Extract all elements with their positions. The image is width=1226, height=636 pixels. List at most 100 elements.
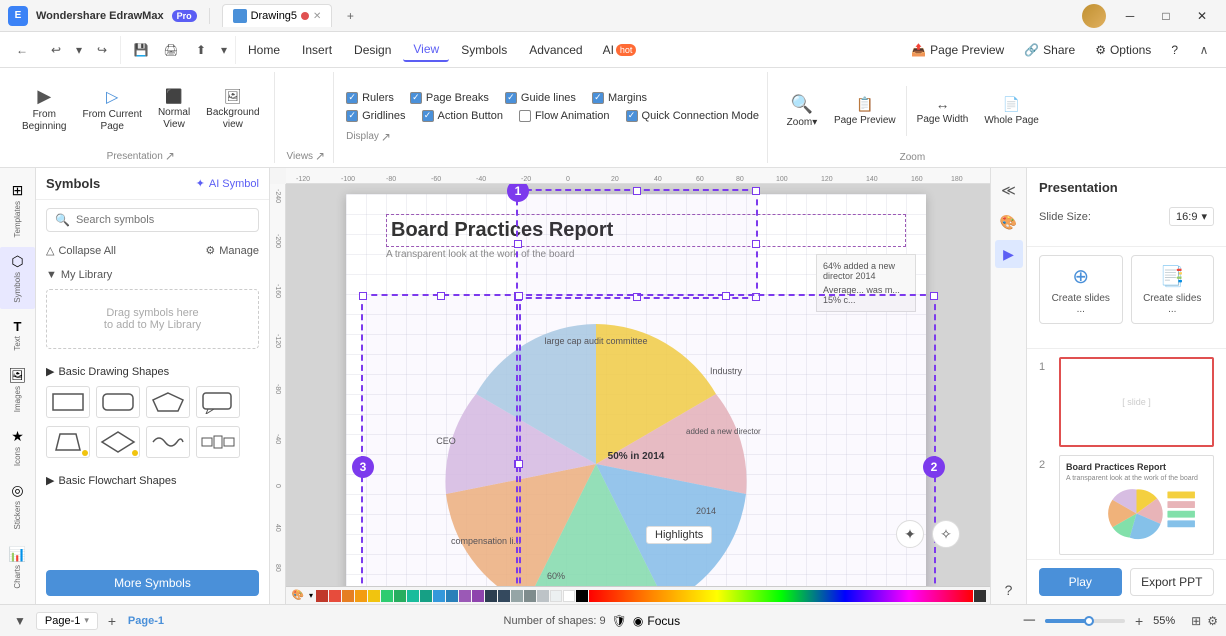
slide-1-thumbnail[interactable]: [ slide ] [1059, 357, 1214, 447]
play-btn[interactable]: Play [1039, 568, 1122, 596]
swatch-blue[interactable] [433, 590, 445, 602]
zoom-btn[interactable]: 🔍 Zoom▾ [780, 90, 824, 133]
zoom-plus-btn[interactable]: + [1131, 613, 1147, 629]
search-input[interactable] [76, 214, 250, 226]
shape-pentagon[interactable] [146, 386, 190, 418]
format-panel-btn[interactable]: 🎨 [995, 208, 1023, 236]
slide-2-thumbnail[interactable]: Board Practices Report A transparent loo… [1059, 455, 1214, 555]
swatch-yellow-orange[interactable] [355, 590, 367, 602]
normal-view-btn[interactable]: ⬛ NormalView [152, 84, 196, 135]
swatch-navy-light[interactable] [498, 590, 510, 602]
swatch-black[interactable] [576, 590, 588, 602]
color-tool-icon[interactable]: 🎨 [290, 589, 306, 603]
create-slides-btn-2[interactable]: 📑 Create slides ... [1131, 255, 1215, 324]
menu-insert[interactable]: Insert [292, 39, 342, 61]
menu-design[interactable]: Design [344, 39, 401, 61]
ai-symbol-btn[interactable]: ✦ AI Symbol [196, 177, 259, 190]
cb-guidelines[interactable]: ✓ Guide lines [505, 92, 576, 104]
slide-size-select[interactable]: 16:9 ▾ [1169, 207, 1214, 226]
star-tool-btn[interactable]: ✧ [932, 520, 960, 548]
sidebar-item-stickers[interactable]: ◎ Stickers [0, 476, 35, 535]
color-gradient-bar[interactable] [589, 590, 973, 602]
basic-flowchart-shapes-title[interactable]: ▶ Basic Flowchart Shapes [46, 470, 259, 491]
new-tab-btn[interactable]: + [340, 6, 360, 26]
from-current-page-btn[interactable]: ▷ From CurrentPage [76, 83, 147, 137]
sidebar-item-symbols[interactable]: ⬡ Symbols [0, 247, 35, 309]
swatch-blue-dark[interactable] [446, 590, 458, 602]
export-ppt-btn[interactable]: Export PPT [1130, 568, 1215, 596]
collapse-ribbon-btn[interactable]: ∧ [1190, 36, 1218, 64]
tab-close-btn[interactable]: ✕ [313, 11, 321, 22]
swatch-teal-dark[interactable] [420, 590, 432, 602]
shape-rectangle[interactable] [46, 386, 90, 418]
swatch-silver[interactable] [537, 590, 549, 602]
swatch-teal[interactable] [407, 590, 419, 602]
focus-btn[interactable]: ◉ Focus [633, 614, 680, 628]
menu-view[interactable]: View [403, 38, 449, 62]
help-panel-btn[interactable]: ? [995, 576, 1023, 604]
sidebar-item-icons[interactable]: ★ Icons [0, 422, 35, 472]
back-btn[interactable]: ← [8, 36, 36, 64]
help-btn[interactable]: ? [1163, 39, 1186, 61]
menu-home[interactable]: Home [238, 39, 290, 61]
shape-chat-bubble[interactable] [196, 386, 240, 418]
swatch-orange[interactable] [342, 590, 354, 602]
cb-rulers[interactable]: ✓ Rulers [346, 92, 394, 104]
cb-margins[interactable]: ✓ Margins [592, 92, 647, 104]
swatch-red-dark[interactable] [316, 590, 328, 602]
selection-box-2[interactable]: 2 [516, 294, 936, 604]
cb-page-breaks[interactable]: ✓ Page Breaks [410, 92, 489, 104]
whole-page-btn[interactable]: 📄 Whole Page [978, 92, 1044, 131]
presentation-panel-btn[interactable]: ▶ [995, 240, 1023, 268]
export-btn[interactable]: ⬆ [187, 36, 215, 64]
tab-drawing5[interactable]: Drawing5 ✕ [222, 4, 333, 27]
minimize-btn[interactable]: ─ [1114, 4, 1146, 28]
swatch-white[interactable] [563, 590, 575, 602]
create-slides-btn-1[interactable]: ⊕ Create slides ... [1039, 255, 1123, 324]
shape-trapezoid[interactable] [46, 426, 90, 458]
shape-squiggly[interactable] [146, 426, 190, 458]
save-btn[interactable]: 💾 [127, 36, 155, 64]
close-btn[interactable]: ✕ [1186, 4, 1218, 28]
swatch-gray[interactable] [511, 590, 523, 602]
user-avatar[interactable] [1082, 4, 1106, 28]
shape-diamond[interactable] [96, 426, 140, 458]
cb-quick-conn[interactable]: ✓ Quick Connection Mode [626, 110, 759, 122]
redo-btn[interactable]: ↪ [88, 36, 116, 64]
manage-btn[interactable]: ⚙ Manage [205, 244, 259, 257]
export-dropdown[interactable]: ▾ [217, 36, 231, 64]
selection-box-1[interactable]: 1 [516, 189, 758, 299]
views-expand-icon[interactable]: ↗ [315, 149, 325, 163]
maximize-btn[interactable]: □ [1150, 4, 1182, 28]
swatch-gray-dark[interactable] [524, 590, 536, 602]
sidebar-item-text[interactable]: T Text [0, 313, 35, 357]
page-preview-btn[interactable]: 📋 Page Preview [828, 92, 902, 131]
selection-box-3[interactable]: 3 [361, 294, 521, 604]
protection-btn[interactable]: 🛡 [612, 614, 627, 628]
collapse-all-btn[interactable]: △ Collapse All [46, 244, 116, 257]
swatch-navy[interactable] [485, 590, 497, 602]
canvas[interactable]: Board Practices Report A transparent loo… [286, 184, 990, 604]
print-btn[interactable]: 🖨 [157, 36, 185, 64]
sparkle-tool-btn[interactable]: ✦ [896, 520, 924, 548]
more-symbols-btn[interactable]: More Symbols [46, 570, 259, 596]
display-expand-icon[interactable]: ↗ [381, 130, 391, 144]
menu-advanced[interactable]: Advanced [519, 39, 592, 61]
swatch-dark[interactable] [974, 590, 986, 602]
options-btn[interactable]: ⚙ Options [1087, 39, 1159, 61]
fit-page-btn[interactable]: ⊞ [1191, 614, 1201, 628]
shape-rounded-rect[interactable] [96, 386, 140, 418]
background-view-btn[interactable]: 🖼 Backgroundview [200, 84, 265, 135]
zoom-slider[interactable] [1045, 619, 1125, 623]
swatch-green-dark[interactable] [394, 590, 406, 602]
undo-dropdown[interactable]: ▾ [72, 36, 86, 64]
swatch-purple-dark[interactable] [472, 590, 484, 602]
publish-btn[interactable]: 📤 Page Preview [903, 39, 1012, 61]
shape-misc[interactable] [196, 426, 240, 458]
swatch-red[interactable] [329, 590, 341, 602]
basic-drawing-shapes-title[interactable]: ▶ Basic Drawing Shapes [46, 361, 259, 382]
page-width-btn[interactable]: ↔ Page Width [911, 92, 975, 130]
swatch-purple[interactable] [459, 590, 471, 602]
sidebar-item-templates[interactable]: ⊞ Templates [0, 176, 35, 243]
page-1-tab[interactable]: Page-1 ▾ [36, 612, 98, 630]
